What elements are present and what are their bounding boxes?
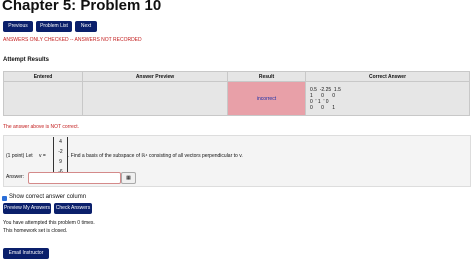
- attempt-results-table: Entered Answer Preview Result Correct An…: [3, 71, 470, 116]
- column-header-result: Result: [227, 71, 306, 82]
- column-header-preview: Answer Preview: [82, 71, 228, 82]
- attempts-status: You have attempted this problem 0 times.: [3, 220, 95, 226]
- column-header-correct-answer: Correct Answer: [305, 71, 470, 82]
- preview-cell: [82, 81, 228, 116]
- entered-cell: [3, 81, 83, 116]
- matrix-grid-button[interactable]: ▦: [121, 172, 136, 184]
- vector-entry: -2: [58, 149, 63, 155]
- correct-answer-row: 0 0 1: [310, 104, 336, 111]
- next-button[interactable]: Next: [75, 21, 97, 32]
- email-instructor-button[interactable]: Email Instructor: [3, 248, 49, 259]
- table-header-row: Entered Answer Preview Result Correct An…: [3, 71, 470, 82]
- matrix-grid-icon: ▦: [126, 175, 131, 181]
- correct-answer-cell: 0.5 -2.25 1.5 1 0 0 0 ' 1 ' 0 0 0 1: [305, 81, 470, 116]
- problem-list-button[interactable]: Problem List: [36, 21, 72, 32]
- show-correct-checkbox[interactable]: [2, 196, 7, 201]
- table-row: incorrect 0.5 -2.25 1.5 1 0 0 0 ' 1 ' 0 …: [3, 81, 470, 116]
- problem-box: (1 point) Let v = 4 -2 9 -6 . Find a bas…: [3, 135, 471, 187]
- show-correct-label: Show correct answer column: [9, 194, 87, 200]
- previous-button[interactable]: Previous: [3, 21, 33, 32]
- attempt-results-heading: Attempt Results: [3, 57, 50, 63]
- column-header-entered: Entered: [3, 71, 83, 82]
- preview-my-answers-button[interactable]: Preview My Answers: [3, 203, 51, 214]
- closed-status: This homework set is closed.: [3, 228, 68, 234]
- vector-symbol: v: [39, 153, 42, 159]
- vector-entry: 9: [59, 159, 62, 165]
- vector-name: v =: [39, 153, 46, 159]
- result-cell: incorrect: [227, 81, 306, 116]
- answer-input[interactable]: [28, 172, 121, 184]
- problem-statement: . Find a basis of the subspace of ℝ⁴ con…: [68, 153, 243, 159]
- check-answers-button[interactable]: Check Answers: [54, 203, 92, 214]
- vector-entry: 4: [59, 139, 62, 145]
- answers-not-recorded-warning: ANSWERS ONLY CHECKED -- ANSWERS NOT RECO…: [3, 37, 142, 43]
- problem-points: (1 point) Let: [6, 153, 33, 159]
- page-title: Chapter 5: Problem 10: [2, 0, 162, 14]
- not-correct-message: The answer above is NOT correct.: [3, 124, 80, 130]
- answer-label: Answer:: [6, 174, 25, 180]
